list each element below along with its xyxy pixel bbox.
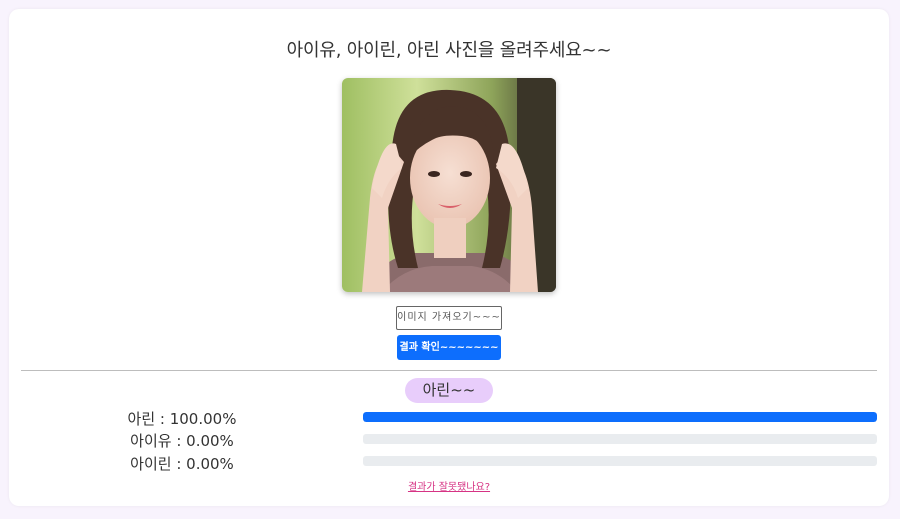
result-bar-irene (363, 456, 877, 466)
result-label-irene: 아이린 : 0.00% (130, 455, 234, 473)
result-label-arin: 아린 : 100.00% (127, 410, 237, 428)
divider (21, 370, 877, 371)
uploaded-photo (342, 78, 556, 292)
wrong-result-link[interactable]: 결과가 잘못됐나요? (0, 478, 898, 493)
photo-image (342, 78, 556, 292)
result-bar-fill-arin (363, 412, 877, 422)
page-title: 아이유, 아이린, 아린 사진을 올려주세요~~ (286, 40, 612, 61)
result-badge: 아린~~ (405, 378, 493, 403)
result-bar-iu (363, 434, 877, 444)
image-upload-button[interactable]: 이미지 가져오기~~~ (396, 306, 502, 330)
result-label-iu: 아이유 : 0.00% (130, 432, 234, 450)
result-bar-arin (363, 412, 877, 422)
check-result-button[interactable]: 결과 확인~~~~~~~ (397, 335, 501, 360)
